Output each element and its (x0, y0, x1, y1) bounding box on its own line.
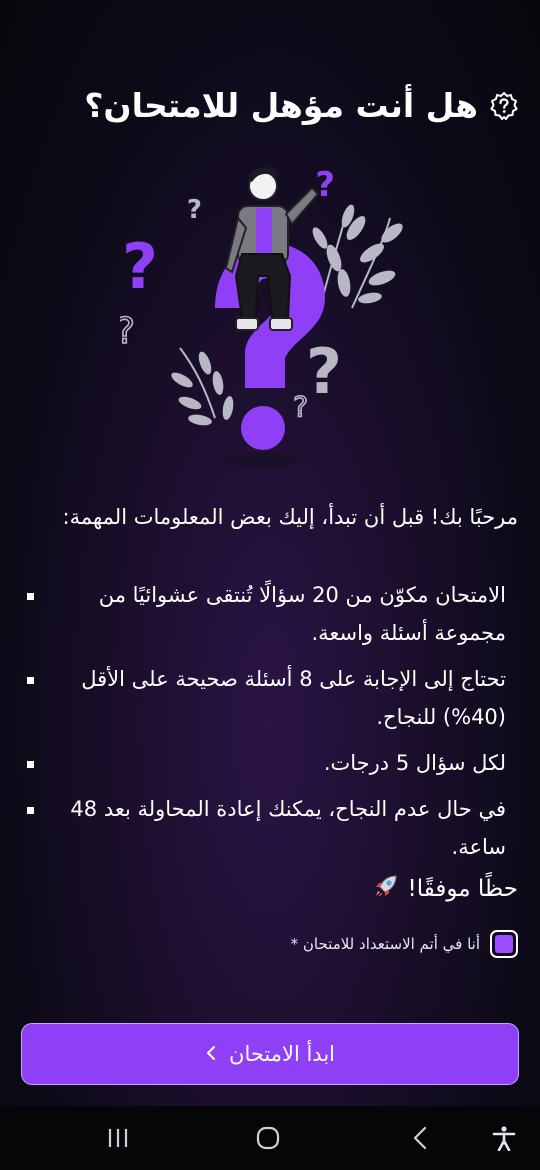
list-item: الامتحان مكوّن من 20 سؤالًا تُنتقى عشوائ… (20, 576, 518, 652)
consent-row[interactable]: أنا في أتم الاستعداد للامتحان * (291, 930, 518, 958)
leaf-decoration-left (171, 347, 234, 426)
intro-text: مرحبًا بك! قبل أن تبدأ، إليك بعض المعلوم… (62, 505, 519, 529)
list-item: لكل سؤال 5 درجات. (20, 744, 518, 782)
system-navigation-bar (0, 1106, 540, 1170)
rocket-icon (372, 872, 400, 906)
good-luck-row: حظًا موفقًا! (372, 872, 518, 906)
back-icon[interactable] (406, 1124, 434, 1152)
svg-text:?: ? (120, 311, 135, 352)
rule-text: لكل سؤال 5 درجات. (323, 751, 506, 775)
list-item: تحتاج إلى الإجابة على 8 أسئلة صحيحة على … (20, 660, 518, 736)
bullet (20, 660, 40, 684)
start-exam-button[interactable]: ابدأ الامتحان (21, 1023, 519, 1085)
exam-intro-screen: هل أنت مؤهل للامتحان؟ ? ? ? ? ? مرحبًا ب… (0, 0, 540, 1170)
svg-text:?: ? (293, 390, 308, 423)
list-item: في حال عدم النجاح، يمكنك إعادة المحاولة … (20, 790, 518, 866)
rule-text: الامتحان مكوّن من 20 سؤالًا تُنتقى عشوائ… (98, 583, 506, 645)
svg-text:?: ? (187, 195, 202, 225)
rules-list: الامتحان مكوّن من 20 سؤالًا تُنتقى عشوائ… (20, 576, 518, 874)
help-badge-icon (488, 90, 520, 122)
start-exam-label: ابدأ الامتحان (229, 1042, 335, 1066)
bullet (20, 576, 40, 600)
bullet (20, 790, 40, 814)
rule-text: تحتاج إلى الإجابة على 8 أسئلة صحيحة على … (81, 667, 506, 729)
good-luck-text: حظًا موفقًا! (407, 876, 518, 902)
bullet (20, 744, 40, 768)
consent-label: أنا في أتم الاستعداد للامتحان * (290, 935, 480, 953)
svg-text:?: ? (315, 165, 335, 205)
recents-icon[interactable] (104, 1124, 132, 1152)
page-title: هل أنت مؤهل للامتحان؟ (84, 86, 478, 125)
chevron-left-icon (205, 1042, 217, 1066)
accessibility-icon[interactable] (490, 1124, 518, 1152)
title-row: هل أنت مؤهل للامتحان؟ (20, 86, 520, 125)
hero-illustration: ? ? ? ? ? ? (115, 158, 420, 478)
consent-checkbox[interactable] (490, 930, 518, 958)
svg-text:?: ? (306, 335, 342, 408)
home-icon[interactable] (254, 1124, 282, 1152)
svg-text:?: ? (122, 230, 158, 303)
rule-text: في حال عدم النجاح، يمكنك إعادة المحاولة … (70, 797, 506, 859)
